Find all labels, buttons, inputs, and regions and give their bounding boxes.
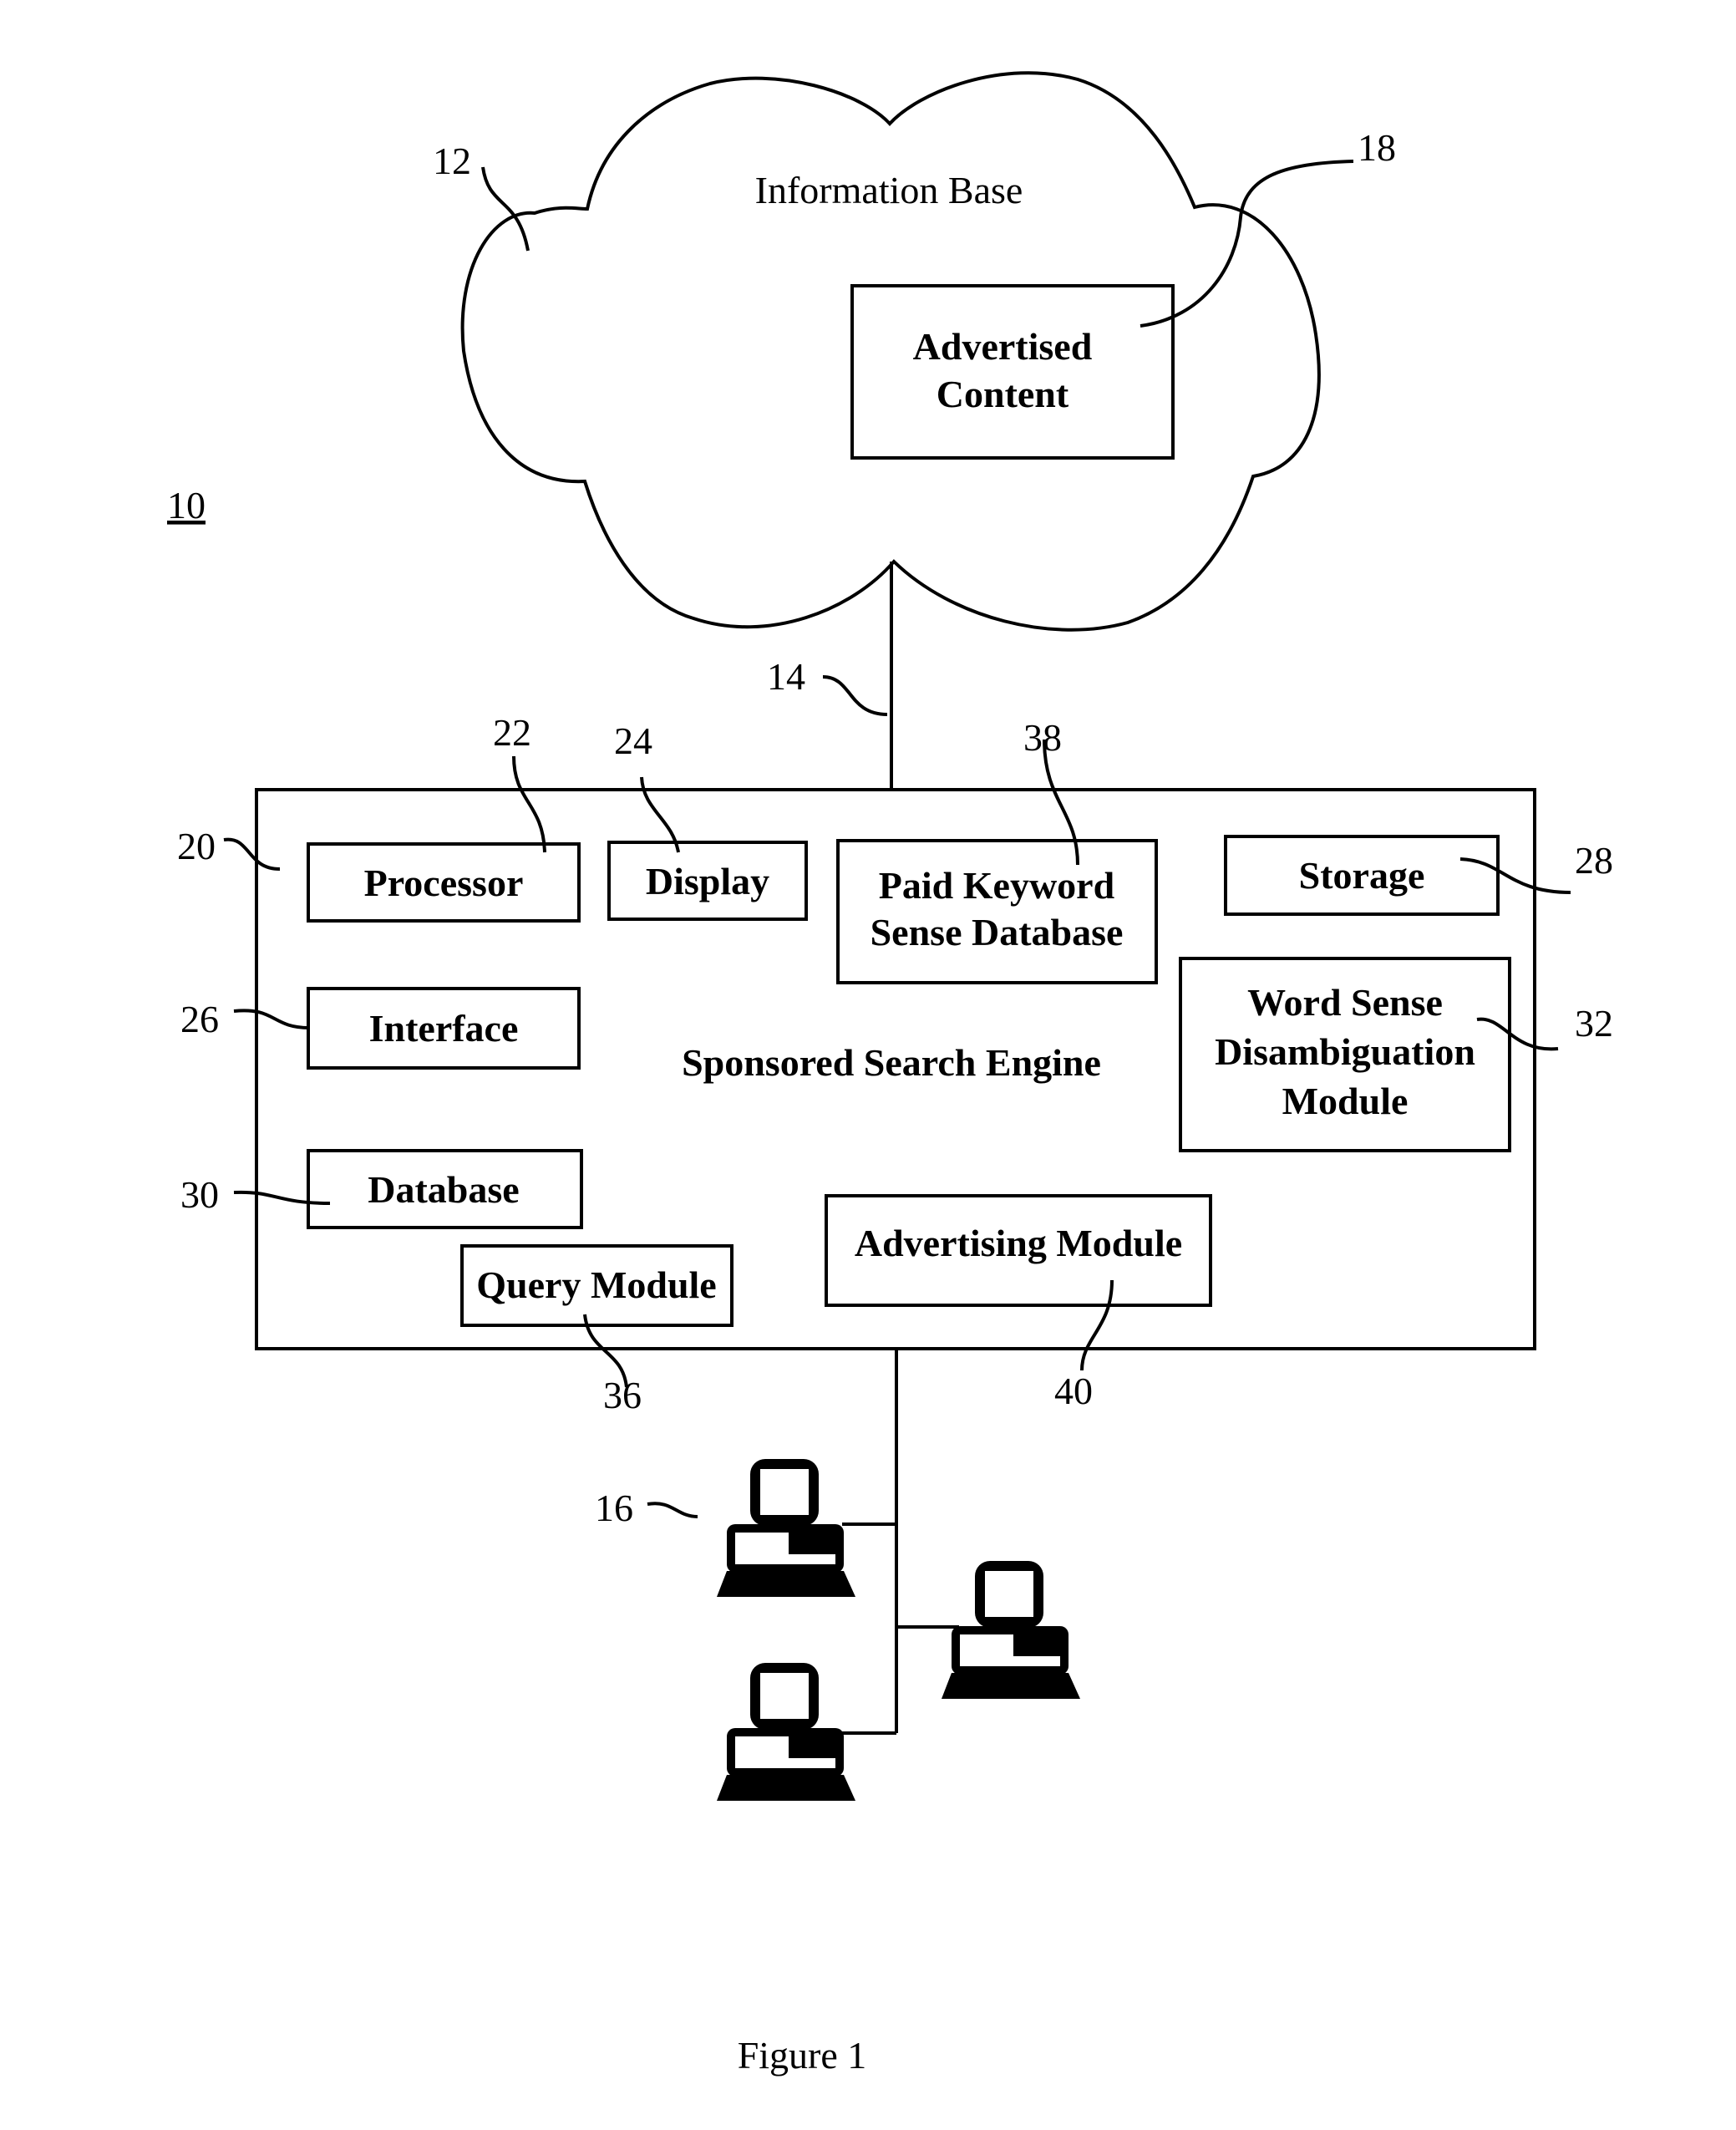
client-computer-icon [942,1561,1080,1699]
ref-26: 26 [180,998,219,1040]
leader-20 [223,837,281,871]
advertised-content-line-2: Content [937,373,1069,415]
display-label: Display [646,860,769,902]
wsd-label-line-2: Disambiguation [1215,1030,1475,1073]
leader-28 [1459,857,1571,894]
advertised-content-line-1: Advertised [913,325,1093,368]
wsd-label-line-1: Word Sense [1247,981,1443,1024]
wsd-label-line-3: Module [1282,1080,1409,1122]
query-module-label: Query Module [476,1263,716,1306]
ref-16: 16 [595,1487,633,1529]
interface-label: Interface [369,1007,519,1050]
ref-20: 20 [177,825,216,867]
database-label: Database [368,1168,519,1211]
information-base-title: Information Base [755,169,1023,211]
leader-12 [481,166,530,252]
ref-32: 32 [1575,1002,1613,1045]
patent-figure: Information Base Advertised Content 12 1… [0,0,1736,2130]
ref-10: 10 [167,484,206,526]
client-computer-icon [717,1459,855,1597]
ref-24: 24 [614,719,652,762]
storage-label: Storage [1299,854,1425,897]
ref-28: 28 [1575,839,1613,882]
paid-keyword-label-line-2: Sense Database [871,911,1124,953]
ref-30: 30 [180,1173,219,1216]
processor-label: Processor [364,862,524,904]
advertised-content-box [850,284,1175,460]
leader-22 [512,755,546,853]
leader-26 [233,1009,310,1029]
advertising-module-label: Advertising Module [855,1222,1182,1264]
ref-22: 22 [493,711,531,754]
ref-38: 38 [1023,716,1062,759]
leader-30 [233,1190,331,1205]
figure-caption: Figure 1 [738,2034,867,2077]
sponsored-search-engine-title: Sponsored Search Engine [682,1041,1101,1084]
leader-40 [1080,1279,1114,1371]
ref-36: 36 [603,1374,642,1416]
paid-keyword-label-line-1: Paid Keyword [879,864,1115,907]
information-base-cloud [460,71,1321,632]
ref-12: 12 [433,140,471,182]
ref-40: 40 [1054,1370,1093,1412]
ref-18: 18 [1358,126,1396,169]
leader-14 [822,675,888,716]
ref-14: 14 [767,655,805,698]
leader-32 [1476,1017,1559,1051]
leader-16 [647,1502,698,1518]
diagram-canvas: Information Base Advertised Content 12 1… [167,71,1613,2077]
client-computer-icon [717,1663,855,1801]
